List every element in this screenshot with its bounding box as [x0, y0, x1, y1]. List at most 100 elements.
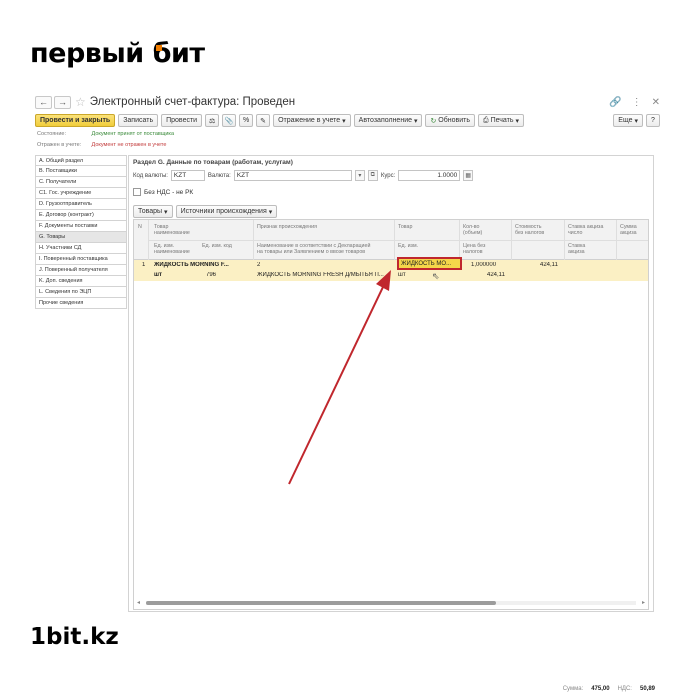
cell-cost[interactable]: 424,11	[540, 262, 558, 268]
open-link-icon[interactable]: ⧉	[367, 170, 378, 181]
col-header-cost-2[interactable]: без налогов	[515, 230, 544, 236]
sidebar-item-delivery-docs[interactable]: F. Документы поставки	[35, 221, 127, 232]
currency-code-field[interactable]: KZT	[170, 170, 205, 181]
origin-sources-label: Источники происхождения	[180, 208, 267, 215]
no-vat-row: Без НДС - не РК	[133, 188, 193, 196]
sidebar-item-gov-institution[interactable]: C1. Гос. учреждение	[35, 188, 127, 199]
column-divider	[459, 220, 460, 260]
footer-brand: 1bit.kz	[30, 624, 119, 650]
back-button[interactable]: ←	[35, 95, 52, 109]
window-title: Электронный счет-фактура: Проведен	[89, 96, 296, 108]
sidebar-item-other[interactable]: Прочие сведения	[35, 298, 127, 309]
favorite-star-icon[interactable]: ☆	[75, 95, 86, 109]
document-window: ← → ☆ Электронный счет-фактура: Проведен…	[30, 88, 665, 692]
help-button[interactable]: ?	[646, 114, 660, 127]
currency-code-label: Код валюты:	[133, 172, 168, 179]
state-line: Состояние: Документ принят от поставщика	[37, 131, 174, 137]
chevron-down-icon: ▾	[268, 208, 273, 216]
col-header-product[interactable]: Товар	[398, 224, 412, 230]
cell-product-highlighted[interactable]: ЖИДКОСТЬ МО...	[397, 257, 462, 270]
more-actions-button[interactable]: Еще ▾	[613, 114, 643, 127]
col-header-goods-name[interactable]: наименование	[154, 230, 190, 236]
header-divider	[148, 240, 648, 241]
mouse-pointer-icon: ⇖	[432, 271, 440, 281]
state-value-link[interactable]: Документ принят от поставщика	[92, 131, 175, 137]
refresh-button[interactable]: ↻ Обновить	[425, 114, 475, 127]
edit-icon[interactable]: ✎	[256, 114, 271, 127]
cell-goods-name[interactable]: ЖИДКОСТЬ MORNING F...	[154, 262, 249, 268]
sidebar-item-general[interactable]: A. Общий раздел	[35, 155, 127, 166]
dt-kt-icon[interactable]: ⚖	[205, 114, 220, 127]
cell-price[interactable]: 424,11	[487, 272, 505, 278]
print-menu-button[interactable]: ⎙ Печать ▾	[478, 114, 524, 127]
title-bar: ← → ☆ Электронный счет-фактура: Проведен…	[35, 93, 660, 111]
chevron-down-icon: ▾	[164, 208, 168, 216]
link-icon[interactable]: 🔗	[609, 97, 621, 108]
goods-section-panel: Раздел G. Данные по товарам (работам, ус…	[128, 155, 654, 612]
col-header-decl-name-2[interactable]: на товары или Заявлением о ввозе товаров	[257, 249, 365, 255]
cell-origin[interactable]: 2	[257, 262, 260, 268]
cell-unit-name[interactable]: шт	[154, 272, 162, 278]
col-header-n[interactable]: N	[138, 224, 142, 230]
brand-logo-text: первый бит	[30, 38, 205, 69]
dropdown-arrow-icon[interactable]: ▾	[354, 170, 365, 181]
cell-unit-code[interactable]: 796	[206, 272, 216, 278]
printer-icon: ⎙	[483, 116, 489, 124]
autofill-menu-button[interactable]: Автозаполнение ▾	[353, 114, 423, 127]
sidebar-item-goods[interactable]: G. Товары	[35, 232, 127, 243]
close-icon[interactable]: ✕	[652, 97, 660, 108]
col-header-excise-rate-2[interactable]: акциза	[568, 249, 585, 255]
col-header-excise-sum-2[interactable]: акциза	[620, 230, 637, 236]
cell-n[interactable]: 1	[142, 262, 145, 268]
post-button[interactable]: Провести	[161, 114, 203, 127]
sidebar-item-additional[interactable]: K. Доп. сведения	[35, 276, 127, 287]
cell-product-unit[interactable]: шт	[398, 272, 406, 278]
rate-field[interactable]: 1.0000	[398, 170, 461, 181]
calculator-icon[interactable]: ▦	[463, 170, 474, 181]
cell-qty[interactable]: 1,000000	[471, 262, 496, 268]
goods-table[interactable]: N Товар наименование Ед. изм. наименован…	[133, 219, 649, 610]
column-divider	[616, 220, 617, 260]
reflection-menu-button[interactable]: Отражение в учете ▾	[273, 114, 351, 127]
sidebar-item-recipient-attorney[interactable]: J. Поверенный получателя	[35, 265, 127, 276]
column-divider	[394, 220, 395, 260]
vat-value: 50,89	[639, 686, 655, 692]
reflection-line: Отражен в учете: Документ не отражен в у…	[37, 142, 166, 148]
sidebar-item-participants[interactable]: H. Участники СД	[35, 243, 127, 254]
sidebar-item-suppliers[interactable]: B. Поставщики	[35, 166, 127, 177]
forward-button[interactable]: →	[54, 95, 71, 109]
col-header-unit-name[interactable]: наименование	[154, 249, 190, 255]
sidebar-item-consignor[interactable]: D. Грузоотправитель	[35, 199, 127, 210]
table-header: N Товар наименование Ед. изм. наименован…	[134, 220, 648, 260]
sum-label: Сумма:	[562, 686, 584, 692]
sidebar-item-supplier-attorney[interactable]: I. Поверенный поставщика	[35, 254, 127, 265]
col-header-unit-code[interactable]: Ед. изм. код	[202, 243, 232, 249]
goods-menu-button[interactable]: Товары ▾	[133, 205, 173, 218]
col-header-price-2[interactable]: налогов	[463, 249, 483, 255]
attach-icon[interactable]: 📎	[222, 114, 237, 127]
reflection-value-link[interactable]: Документ не отражен в учете	[92, 142, 167, 148]
scroll-left-icon[interactable]: ◂	[137, 599, 140, 606]
more-icon[interactable]: ⋮	[632, 97, 642, 108]
col-header-origin[interactable]: Признак происхождения	[257, 224, 317, 230]
sidebar-item-recipients[interactable]: C. Получатели	[35, 177, 127, 188]
totals-bar: Сумма: 475,00 НДС: 50,89	[563, 686, 655, 692]
percent-icon[interactable]: %	[239, 114, 254, 127]
cell-decl-name[interactable]: ЖИДКОСТЬ MORNING FRESH Д/МЫТЬЯ П...	[257, 272, 393, 278]
no-vat-checkbox[interactable]	[133, 188, 141, 196]
sidebar-item-signature[interactable]: L. Сведения по ЭЦП	[35, 287, 127, 298]
origin-sources-menu-button[interactable]: Источники происхождения ▾	[175, 205, 278, 218]
table-row[interactable]: 1 ЖИДКОСТЬ MORNING F... 2 1,000000 424,1…	[134, 260, 648, 281]
col-header-product-unit[interactable]: Ед. изм.	[398, 243, 418, 249]
col-header-qty-2[interactable]: (объем)	[463, 230, 482, 236]
scroll-thumb[interactable]	[146, 601, 496, 605]
col-header-excise-2[interactable]: число	[568, 230, 582, 236]
sidebar-item-contract[interactable]: E. Договор (контракт)	[35, 210, 127, 221]
scroll-right-icon[interactable]: ▸	[642, 599, 645, 606]
toolbar: Провести и закрыть Записать Провести ⚖ 📎…	[35, 113, 660, 128]
currency-field[interactable]: KZT	[233, 170, 352, 181]
save-button[interactable]: Записать	[118, 114, 159, 127]
post-and-close-button[interactable]: Провести и закрыть	[35, 114, 116, 127]
horizontal-scrollbar[interactable]: ◂ ▸	[136, 600, 646, 606]
brand-logo: первый бит	[30, 38, 205, 69]
